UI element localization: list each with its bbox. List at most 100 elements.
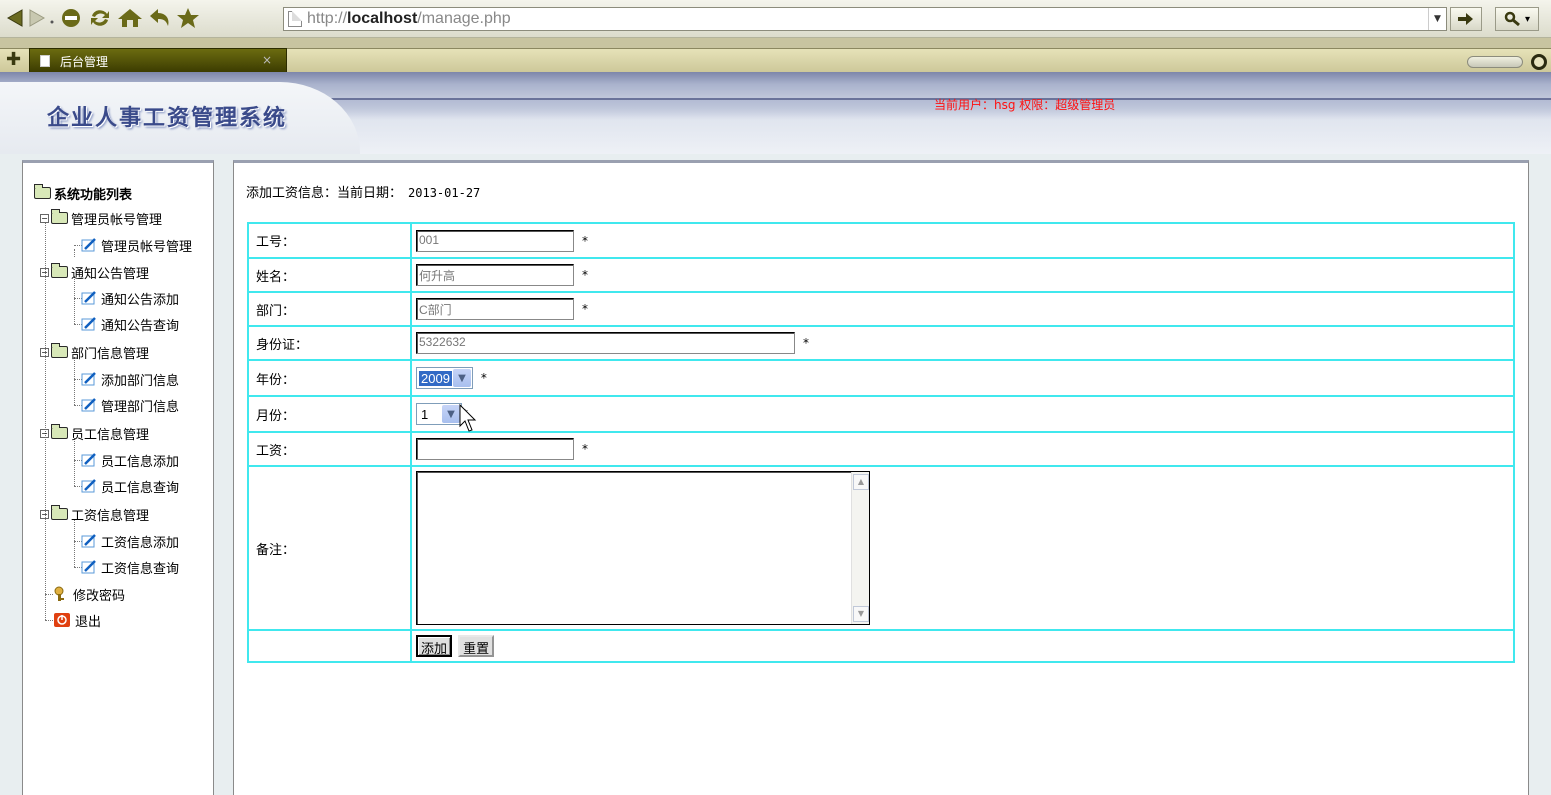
sidebar-item-label: 退出 — [75, 614, 102, 630]
tab-list-icon[interactable] — [1531, 54, 1547, 70]
url-host: localhost — [347, 10, 418, 27]
history-dropdown-icon[interactable] — [46, 5, 58, 31]
address-dropdown-icon[interactable]: ▼ — [1428, 8, 1446, 30]
required-mark: * — [582, 233, 588, 248]
url-path: /manage.php — [417, 10, 511, 27]
folder-icon — [50, 424, 68, 439]
undo-icon[interactable] — [147, 5, 173, 31]
sidebar-group-label: 部门信息管理 — [71, 346, 150, 362]
folder-icon — [50, 209, 68, 224]
sidebar-group-admin-account[interactable]: − 管理员帐号管理 — [40, 207, 162, 229]
tree-root-label: 系统功能列表 — [54, 187, 133, 203]
required-mark: * — [480, 371, 487, 385]
submit-button[interactable]: 添加 — [416, 635, 453, 657]
reset-button[interactable]: 重置 — [458, 635, 495, 657]
textarea-scrollbar[interactable]: ▲ ▼ — [851, 472, 869, 624]
name-input[interactable]: 何升高 — [416, 264, 574, 286]
mouse-cursor-icon — [459, 404, 477, 432]
edit-icon — [81, 238, 96, 252]
arrow-right-icon — [1458, 13, 1473, 25]
collapse-icon[interactable]: − — [40, 267, 49, 277]
tools-button[interactable]: ▾ — [1495, 7, 1539, 31]
form-row-emp-no: 工号： 001 * — [247, 222, 1515, 259]
key-icon — [54, 586, 64, 601]
folder-icon — [50, 343, 68, 358]
chevron-down-icon[interactable]: ▼ — [452, 369, 471, 387]
url-prefix: http:// — [307, 10, 348, 27]
sidebar-group-department[interactable]: − 部门信息管理 — [40, 341, 149, 363]
chevron-down-icon[interactable]: ▼ — [442, 405, 460, 423]
form-row-id-card: 身份证： 5322632 * — [247, 325, 1515, 361]
sidebar-item-label: 通知公告添加 — [101, 292, 180, 308]
form-row-year: 年份： 2009 ▼ * — [247, 359, 1515, 397]
sidebar-item-notice-add[interactable]: 通知公告添加 — [81, 287, 179, 309]
collapse-icon[interactable]: − — [40, 213, 49, 223]
sidebar-item-salary-query[interactable]: 工资信息查询 — [81, 556, 179, 578]
system-title: 企业人事工资管理系统 — [47, 105, 288, 131]
id-card-input[interactable]: 5322632 — [416, 332, 795, 354]
sidebar-item-label: 通知公告查询 — [101, 318, 180, 334]
sidebar-item-change-password[interactable]: 修改密码 — [53, 583, 125, 605]
new-tab-icon[interactable]: ✚ — [6, 51, 21, 69]
address-bar[interactable]: http://localhost/manage.php ▼ — [283, 7, 1447, 31]
field-label: 年份： — [247, 359, 412, 397]
edit-icon — [81, 560, 96, 574]
refresh-icon[interactable] — [87, 5, 113, 31]
sidebar-item-admin-account-manage[interactable]: 管理员帐号管理 — [81, 234, 192, 256]
sidebar-item-notice-query[interactable]: 通知公告查询 — [81, 313, 179, 335]
dept-input[interactable]: C部门 — [416, 298, 574, 320]
form-caption-text: 添加工资信息：当前日期： — [246, 186, 403, 201]
month-select[interactable]: 1 ▼ — [416, 403, 462, 425]
sidebar-item-employee-query[interactable]: 员工信息查询 — [81, 475, 179, 497]
tree-root[interactable]: 系统功能列表 — [33, 182, 133, 204]
year-select[interactable]: 2009 ▼ — [416, 367, 473, 389]
browser-toolbar: http://localhost/manage.php ▼ ▾ — [0, 0, 1551, 38]
form-row-name: 姓名： 何升高 * — [247, 257, 1515, 293]
form-row-month: 月份： 1▼* — [247, 395, 1515, 433]
sidebar-group-salary[interactable]: − 工资信息管理 — [40, 503, 149, 525]
star-bookmark-icon[interactable] — [175, 5, 201, 31]
stop-icon[interactable] — [58, 5, 84, 31]
edit-icon — [81, 317, 96, 331]
field-label: 身份证： — [247, 325, 412, 361]
sidebar-group-label: 员工信息管理 — [71, 427, 150, 443]
sidebar-item-employee-add[interactable]: 员工信息添加 — [81, 449, 179, 471]
scroll-down-icon[interactable]: ▼ — [853, 606, 869, 622]
folder-open-icon — [33, 184, 51, 199]
sidebar-group-label: 管理员帐号管理 — [71, 212, 163, 228]
edit-icon — [81, 534, 96, 548]
sidebar-group-notice[interactable]: − 通知公告管理 — [40, 261, 149, 283]
sidebar-item-salary-add[interactable]: 工资信息添加 — [81, 530, 179, 552]
home-icon[interactable] — [117, 5, 143, 31]
edit-icon — [81, 291, 96, 305]
wrench-icon — [1504, 11, 1520, 27]
sidebar-item-department-add[interactable]: 添加部门信息 — [81, 368, 179, 390]
scroll-up-icon[interactable]: ▲ — [853, 474, 869, 490]
form-caption: 添加工资信息：当前日期： 2013-01-27 — [246, 182, 480, 201]
emp-no-input[interactable]: 001 — [416, 229, 574, 252]
collapse-icon[interactable]: − — [40, 509, 49, 519]
sidebar-group-employee[interactable]: − 员工信息管理 — [40, 422, 149, 444]
sidebar-item-label: 添加部门信息 — [101, 373, 180, 389]
salary-input[interactable] — [416, 438, 574, 460]
field-label: 备注： — [247, 465, 412, 631]
month-value: 1 — [421, 406, 429, 422]
sidebar-group-label: 通知公告管理 — [71, 266, 150, 282]
sidebar-item-logout[interactable]: 退出 — [53, 609, 101, 631]
field-label: 部门： — [247, 291, 412, 327]
salary-form: 工号： 001 * 姓名： 何升高 * 部门： C部门 * 身份证： 5322632 *… — [247, 222, 1515, 663]
form-row-dept: 部门： C部门 * — [247, 291, 1515, 327]
collapse-icon[interactable]: − — [40, 428, 49, 438]
year-value: 2009 — [419, 370, 452, 386]
sidebar-item-label: 工资信息查询 — [101, 561, 180, 577]
field-label: 姓名： — [247, 257, 412, 293]
remark-textarea[interactable]: ▲ ▼ — [416, 471, 870, 625]
go-button[interactable] — [1450, 7, 1482, 31]
tab-admin[interactable]: 后台管理 × — [29, 48, 287, 74]
tab-close-icon[interactable]: × — [262, 53, 272, 67]
tab-scroll-track[interactable] — [1467, 56, 1523, 68]
current-user-info: 当前用户：hsg 权限：超级管理员 — [934, 98, 1116, 112]
sidebar-item-department-manage[interactable]: 管理部门信息 — [81, 394, 179, 416]
required-mark: * — [803, 336, 809, 350]
collapse-icon[interactable]: − — [40, 347, 49, 357]
